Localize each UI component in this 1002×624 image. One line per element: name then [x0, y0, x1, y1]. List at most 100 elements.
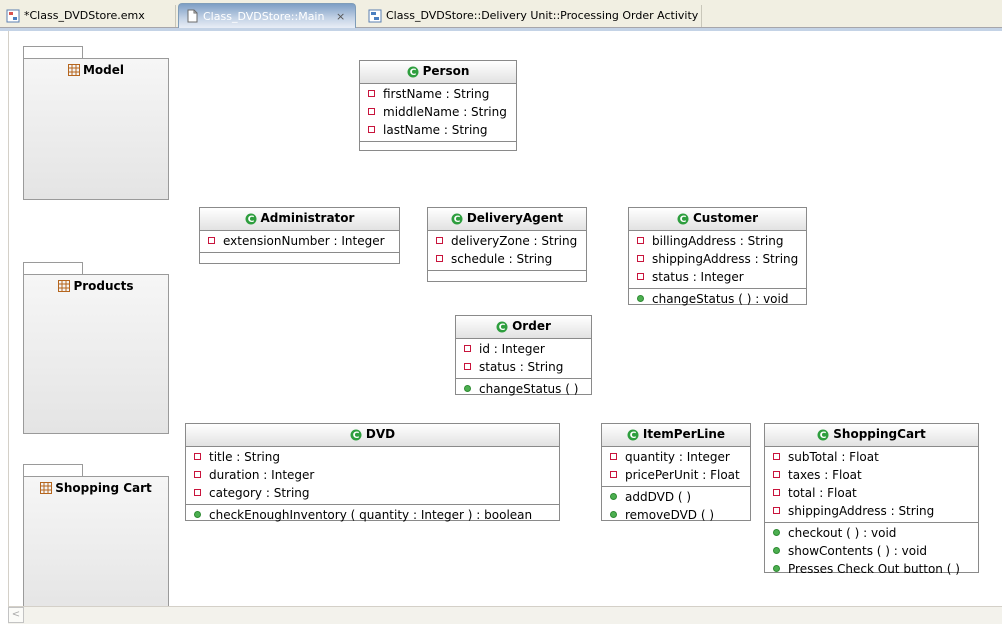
attribute-text: title : String	[209, 450, 280, 464]
attribute-compartment: id : Integer status : String	[456, 339, 591, 379]
attribute-row[interactable]: deliveryZone : String	[428, 232, 586, 250]
class-icon: C	[245, 213, 257, 225]
attribute-text: billingAddress : String	[652, 234, 784, 248]
attribute-row[interactable]: lastName : String	[360, 121, 516, 139]
class-header: C Customer	[629, 208, 806, 231]
class-person[interactable]: C Person firstName : String middleName : …	[359, 60, 517, 151]
private-attribute-icon	[637, 237, 644, 244]
package-body: Products	[23, 274, 169, 434]
operation-row[interactable]: addDVD ( )	[602, 488, 750, 506]
private-attribute-icon	[194, 489, 201, 496]
operation-text: removeDVD ( )	[625, 508, 715, 522]
class-header: C Administrator	[200, 208, 399, 231]
attribute-compartment: quantity : Integer pricePerUnit : Float	[602, 447, 750, 487]
private-attribute-icon	[610, 471, 617, 478]
svg-text:C: C	[353, 431, 360, 441]
attribute-row[interactable]: status : String	[456, 358, 591, 376]
operation-row[interactable]: Presses Check Out button ( )	[765, 560, 978, 578]
operation-row[interactable]: changeStatus ( ) : void	[629, 290, 806, 308]
private-attribute-icon	[194, 471, 201, 478]
operation-row[interactable]: showContents ( ) : void	[765, 542, 978, 560]
attribute-row[interactable]: extensionNumber : Integer	[200, 232, 399, 250]
attribute-row[interactable]: status : Integer	[629, 268, 806, 286]
private-attribute-icon	[208, 237, 215, 244]
attribute-text: lastName : String	[383, 123, 488, 137]
attribute-row[interactable]: shippingAddress : String	[765, 502, 978, 520]
attribute-row[interactable]: category : String	[186, 484, 559, 502]
private-attribute-icon	[773, 507, 780, 514]
private-attribute-icon	[773, 453, 780, 460]
class-icon: C	[407, 66, 419, 78]
operation-row[interactable]: checkEnoughInventory ( quantity : Intege…	[186, 506, 559, 524]
attribute-text: id : Integer	[479, 342, 545, 356]
package-title: Shopping Cart	[24, 481, 168, 495]
attribute-row[interactable]: quantity : Integer	[602, 448, 750, 466]
private-attribute-icon	[610, 453, 617, 460]
attribute-compartment: title : String duration : Integer catego…	[186, 447, 559, 505]
class-icon: C	[496, 321, 508, 333]
private-attribute-icon	[436, 255, 443, 262]
attribute-compartment: subTotal : Float taxes : Float total : F…	[765, 447, 978, 523]
attribute-row[interactable]: shippingAddress : String	[629, 250, 806, 268]
class-shopping-cart[interactable]: C ShoppingCart subTotal : Float taxes : F…	[764, 423, 979, 576]
attribute-row[interactable]: total : Float	[765, 484, 978, 502]
operation-compartment: changeStatus ( )	[456, 379, 591, 400]
tab-class-dvdstore-model[interactable]: *Class_DVDStore.emx	[0, 5, 176, 27]
svg-text:C: C	[247, 215, 254, 225]
attribute-text: status : Integer	[652, 270, 744, 284]
operation-row[interactable]: removeDVD ( )	[602, 506, 750, 524]
attribute-text: taxes : Float	[788, 468, 862, 482]
class-header: C ItemPerLine	[602, 424, 750, 447]
operation-row[interactable]: checkout ( ) : void	[765, 524, 978, 542]
class-item-per-line[interactable]: C ItemPerLine quantity : Integer pricePer…	[601, 423, 751, 522]
attribute-row[interactable]: firstName : String	[360, 85, 516, 103]
operation-text: checkout ( ) : void	[788, 526, 897, 540]
attribute-row[interactable]: pricePerUnit : Float	[602, 466, 750, 484]
attribute-row[interactable]: title : String	[186, 448, 559, 466]
svg-text:C: C	[454, 215, 461, 225]
tab-label: *Class_DVDStore.emx	[24, 9, 145, 22]
attribute-row[interactable]: schedule : String	[428, 250, 586, 268]
attribute-text: schedule : String	[451, 252, 553, 266]
package-body: Model	[23, 58, 169, 200]
attribute-row[interactable]: duration : Integer	[186, 466, 559, 484]
operation-text: addDVD ( )	[625, 490, 692, 504]
operation-compartment: addDVD ( ) removeDVD ( )	[602, 487, 750, 526]
attribute-row[interactable]: taxes : Float	[765, 466, 978, 484]
class-delivery-agent[interactable]: C DeliveryAgent deliveryZone : String sch…	[427, 207, 587, 282]
package-name: Shopping Cart	[55, 481, 152, 495]
tab-label: Class_DVDStore::Main	[203, 10, 325, 23]
class-header: C DVD	[186, 424, 559, 447]
attribute-row[interactable]: billingAddress : String	[629, 232, 806, 250]
operation-text: checkEnoughInventory ( quantity : Intege…	[209, 508, 533, 522]
class-icon: C	[677, 213, 689, 225]
horizontal-scrollbar[interactable]: <	[8, 606, 1002, 624]
tab-label: Class_DVDStore::Delivery Unit::Processin…	[386, 9, 699, 22]
class-icon: C	[350, 429, 362, 441]
tab-processing-order-activity[interactable]: Class_DVDStore::Delivery Unit::Processin…	[362, 5, 702, 27]
attribute-row[interactable]: subTotal : Float	[765, 448, 978, 466]
close-icon[interactable]: ×	[336, 4, 345, 29]
package-title: Products	[24, 279, 168, 293]
private-attribute-icon	[368, 108, 375, 115]
package-name: Products	[73, 279, 134, 293]
attribute-compartment: firstName : String middleName : String l…	[360, 84, 516, 142]
private-attribute-icon	[773, 471, 780, 478]
attribute-row[interactable]: id : Integer	[456, 340, 591, 358]
public-operation-icon	[773, 547, 780, 554]
operation-row[interactable]: changeStatus ( )	[456, 380, 591, 398]
operation-compartment: changeStatus ( ) : void	[629, 289, 806, 310]
class-administrator[interactable]: C Administrator extensionNumber : Integer	[199, 207, 400, 264]
attribute-row[interactable]: middleName : String	[360, 103, 516, 121]
private-attribute-icon	[436, 237, 443, 244]
tab-class-dvdstore-main[interactable]: Class_DVDStore::Main ×	[178, 3, 356, 28]
class-order[interactable]: C Order id : Integer status : String chan…	[455, 315, 592, 396]
attribute-compartment: billingAddress : String shippingAddress …	[629, 231, 806, 289]
class-customer[interactable]: C Customer billingAddress : String shippi…	[628, 207, 807, 306]
operation-text: Presses Check Out button ( )	[788, 562, 960, 576]
public-operation-icon	[637, 295, 644, 302]
class-dvd[interactable]: C DVD title : String duration : Integer c…	[185, 423, 560, 524]
public-operation-icon	[194, 511, 201, 518]
package-title: Model	[24, 63, 168, 77]
scroll-left-icon[interactable]: <	[8, 607, 24, 623]
